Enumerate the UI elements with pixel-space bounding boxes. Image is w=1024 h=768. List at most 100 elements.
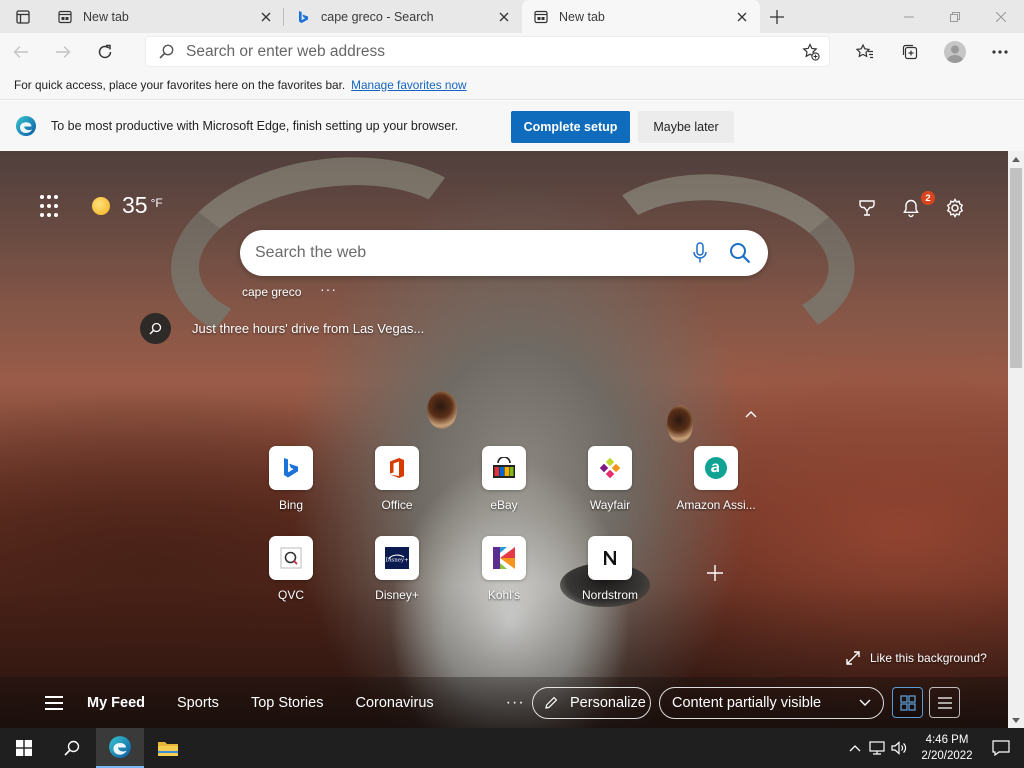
quick-link-bing[interactable]: Bing [251,446,331,512]
personalize-button[interactable]: Personalize [532,687,651,719]
rewards-button[interactable] [854,195,880,221]
like-background-button[interactable]: Like this background? [846,651,987,665]
volume-button[interactable] [888,741,910,755]
back-button[interactable] [0,35,42,69]
search-icon [140,313,171,344]
web-search-box[interactable] [240,230,768,276]
quick-link-qvc[interactable]: QVC [251,536,331,602]
web-search-input[interactable] [255,244,680,262]
window-controls [886,0,1024,33]
scrollbar-thumb[interactable] [1010,168,1022,368]
recent-search[interactable]: cape greco [242,285,301,299]
tab-cape-greco-search[interactable]: cape greco - Search [284,0,522,33]
page-scrollbar[interactable] [1008,151,1024,728]
network-button[interactable] [866,741,888,755]
close-window-button[interactable] [978,0,1024,33]
disney-plus-icon: Disney+ [385,547,409,569]
favorites-bar-message: For quick access, place your favorites h… [14,77,346,92]
refresh-button[interactable] [84,35,126,69]
search-submit-button[interactable] [720,242,760,264]
edge-logo-icon [16,116,36,136]
start-button[interactable] [0,728,48,768]
tab-new-tab-1[interactable]: New tab [46,0,284,33]
show-hidden-icons-button[interactable] [844,744,866,752]
search-icon [146,44,186,59]
taskbar-search-button[interactable] [48,728,96,768]
favorites-button[interactable] [842,35,887,69]
profile-button[interactable] [932,35,977,69]
tab-title: New tab [559,9,605,24]
ebay-icon [493,457,515,478]
manage-favorites-link[interactable]: Manage favorites now [351,78,466,92]
taskbar: 4:46 PM 2/20/2022 [0,728,1024,768]
gear-icon [946,198,964,218]
feed-menu-button[interactable] [45,695,63,710]
amazon-assistant-icon [705,457,727,479]
list-layout-button[interactable] [929,687,960,718]
add-quick-link-button[interactable] [704,562,726,584]
tab-new-tab-active[interactable]: New tab [522,0,760,33]
list-view-icon [937,696,952,709]
quick-link-amazon-assistant[interactable]: Amazon Assi... [676,446,756,512]
complete-setup-button[interactable]: Complete setup [511,111,630,143]
star-add-icon [802,42,820,61]
tab-actions-button[interactable] [0,0,46,33]
grid-layout-button[interactable] [892,687,923,718]
feed-tab-my-feed[interactable]: My Feed [87,695,145,711]
recent-search-more-button[interactable]: ··· [320,281,337,297]
new-tab-button[interactable] [760,0,794,33]
address-bar[interactable] [145,36,830,67]
tab-title: New tab [83,9,129,24]
collapse-quick-links-button[interactable] [741,407,761,421]
svg-text:Disney+: Disney+ [385,558,409,564]
tab-title: cape greco - Search [321,9,434,24]
grid-view-icon [899,694,916,711]
voice-search-button[interactable] [680,242,720,264]
maybe-later-button[interactable]: Maybe later [638,111,734,143]
quick-link-label: QVC [277,588,304,602]
forward-button[interactable] [42,35,84,69]
collections-button[interactable] [887,35,932,69]
taskbar-file-explorer-button[interactable] [144,728,192,768]
qvc-icon [280,547,302,569]
feed-more-button[interactable]: ··· [506,694,525,712]
quick-link-kohls[interactable]: Kohl's [464,536,544,602]
action-center-button[interactable] [978,740,1024,756]
background-headline[interactable]: Just three hours' drive from Las Vegas..… [140,313,424,344]
scroll-up-button[interactable] [1008,151,1024,167]
taskbar-edge-button[interactable] [96,728,144,768]
app-launcher-button[interactable] [40,195,64,219]
content-visibility-dropdown[interactable]: Content partially visible [659,687,884,719]
settings-more-button[interactable] [977,35,1022,69]
expand-diagonal-icon [846,651,860,665]
weather-temperature: 35 [122,192,148,218]
quick-link-disney-plus[interactable]: Disney+ Disney+ [357,536,437,602]
weather-widget[interactable]: 35 °F [92,192,163,219]
tab-actions-icon [16,9,30,24]
minimize-button[interactable] [886,0,932,33]
chevron-down-icon [859,699,871,706]
address-input[interactable] [186,42,793,61]
tab-close-button[interactable] [734,9,750,25]
feed-tab-coronavirus[interactable]: Coronavirus [355,695,433,711]
quick-link-wayfair[interactable]: Wayfair [570,446,650,512]
quick-link-office[interactable]: Office [357,446,437,512]
add-favorite-button[interactable] [793,42,829,61]
scroll-down-button[interactable] [1008,712,1024,728]
toolbar [0,33,1024,70]
feed-tab-top-stories[interactable]: Top Stories [251,695,324,711]
restore-button[interactable] [932,0,978,33]
wayfair-icon [599,457,621,479]
quick-link-nordstrom[interactable]: Nordstrom [570,536,650,602]
page-settings-button[interactable] [942,195,968,221]
sun-icon [92,196,110,215]
browser-window: New tab cape greco - Search New tab Sear… [0,0,1024,768]
feed-tab-sports[interactable]: Sports [177,695,219,711]
close-icon [737,12,747,21]
tab-close-button[interactable] [496,9,512,25]
toolbar-actions [842,33,1022,70]
clock[interactable]: 4:46 PM 2/20/2022 [916,732,978,764]
speaker-icon [891,741,907,755]
quick-link-ebay[interactable]: eBay [464,446,544,512]
tab-close-button[interactable] [258,9,274,25]
